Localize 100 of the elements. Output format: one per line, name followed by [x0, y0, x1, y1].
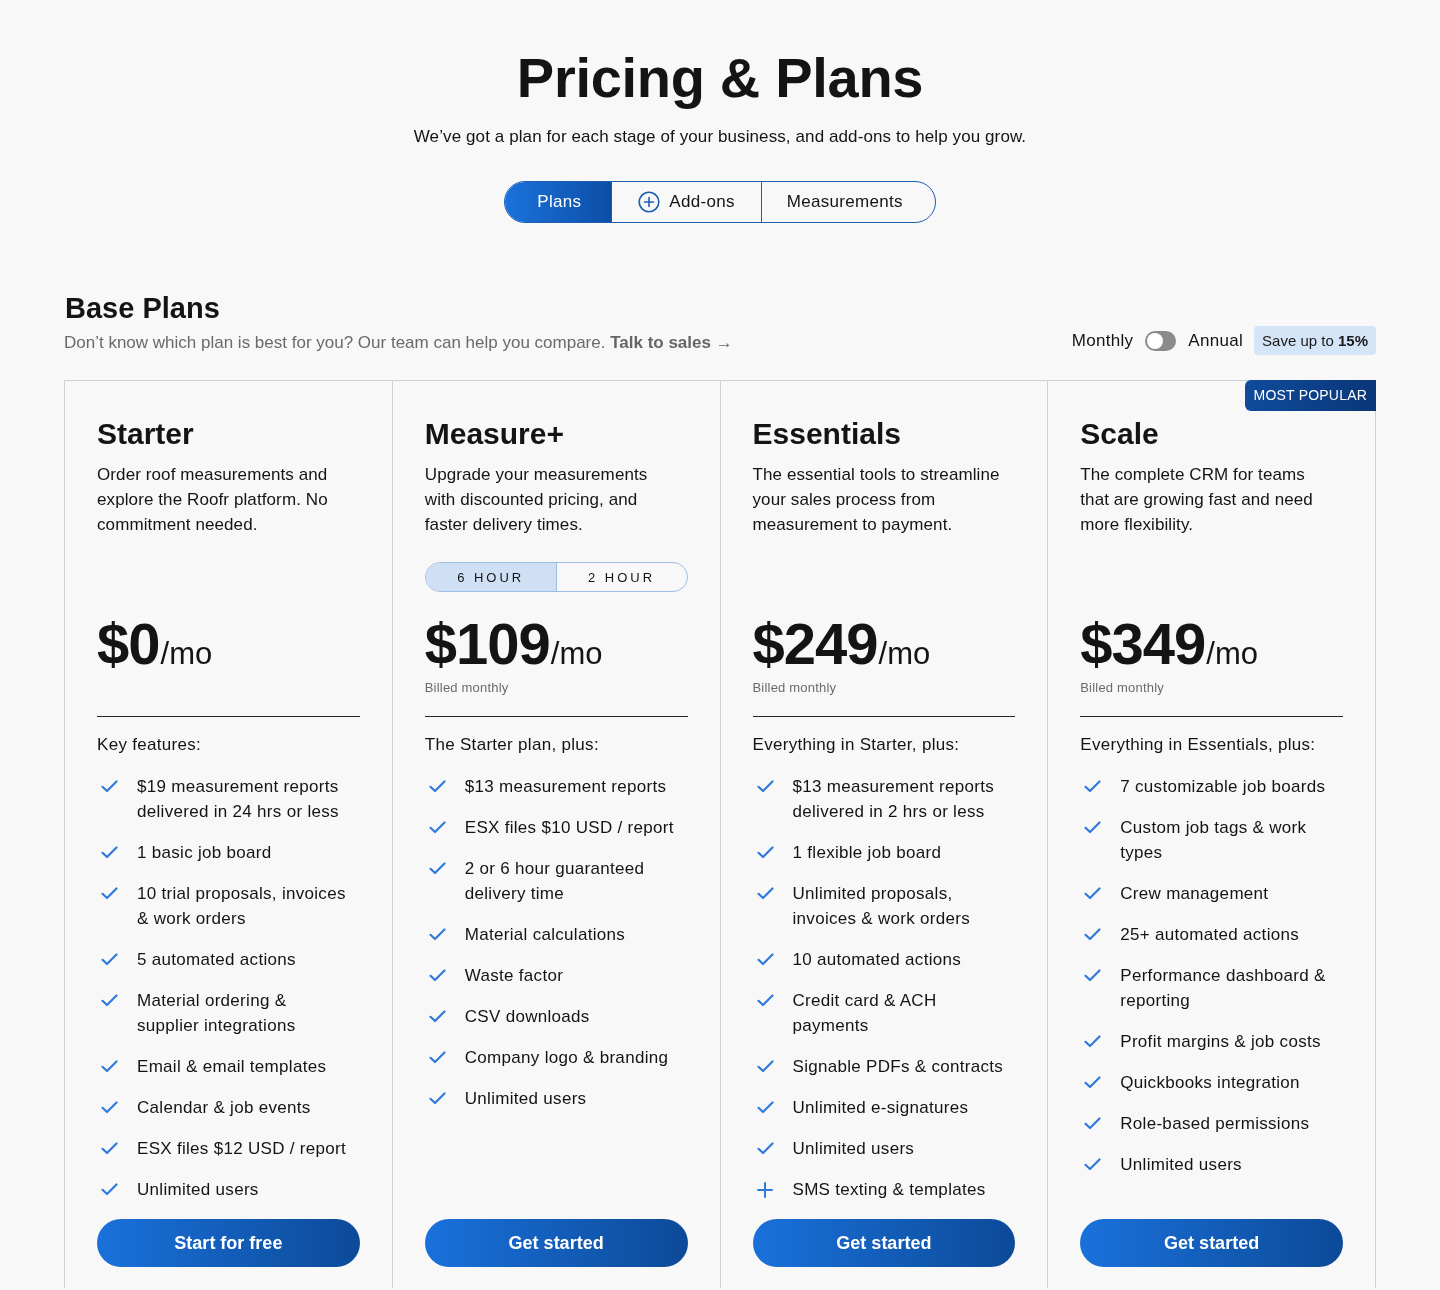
feature-text: $19 measurement reports delivered in 24 hrs or less: [137, 776, 340, 823]
check-icon: [1084, 1117, 1102, 1130]
price-amount: $109: [424, 612, 550, 676]
cta-button[interactable]: Start for free: [97, 1219, 360, 1267]
check-icon: [1084, 1035, 1102, 1048]
check-icon: [428, 1092, 446, 1105]
feature-text: Waste factor: [464, 965, 565, 987]
page-title: Pricing & Plans: [516, 46, 924, 110]
page-subtitle: We’ve got a plan for each stage of your business, and add-ons to help you grow.: [413, 126, 1027, 148]
billing-note: Billed monthly: [1080, 679, 1164, 697]
feature-text: $13 measurement reports delivered in 2 hrs or less: [792, 776, 996, 823]
check-icon: [756, 887, 774, 900]
check-icon: [101, 994, 118, 1007]
check-icon: [428, 928, 446, 941]
check-icon: [1084, 1076, 1102, 1089]
billing-note: Billed monthly: [752, 679, 837, 697]
feature-text: 25+ automated actions: [1120, 924, 1301, 946]
feature-text: Unlimited proposals, invoices & work orders: [792, 883, 972, 930]
feature-text: $13 measurement reports: [464, 776, 668, 798]
plan-description: Order roof measurements and explore the Roofr platform. No commitment needed.: [97, 464, 329, 536]
feature-text: Credit card & ACH payments: [792, 990, 938, 1037]
feature-text: Material ordering & supplier integrations: [137, 990, 297, 1037]
feature-text: Quickbooks integration: [1120, 1072, 1301, 1094]
price-amount: $349: [1080, 612, 1206, 676]
price-amount: $249: [752, 612, 878, 676]
check-icon: [1084, 928, 1102, 941]
price-period: /mo: [160, 636, 213, 673]
check-icon: [428, 969, 446, 982]
check-icon: [756, 1060, 774, 1073]
cta-button[interactable]: Get started: [752, 1219, 1016, 1267]
feature-text: Profit margins & job costs: [1120, 1031, 1322, 1053]
talk-to-sales-link[interactable]: Talk to sales →: [610, 333, 733, 352]
feature-text: 10 automated actions: [792, 949, 963, 971]
check-icon: [101, 846, 118, 859]
check-icon: [756, 994, 774, 1007]
check-icon: [1084, 780, 1102, 793]
feature-text: 2 or 6 hour guaranteed delivery time: [464, 858, 646, 905]
check-icon: [101, 1142, 118, 1155]
tab[interactable]: Plans: [505, 182, 613, 222]
check-icon: [101, 1101, 118, 1114]
feature-text: Unlimited e-signatures: [792, 1097, 970, 1119]
billing-toggle[interactable]: [1145, 330, 1177, 351]
feature-text: Role-based permissions: [1120, 1113, 1311, 1135]
plan-description: The complete CRM for teams that are growing fast and need more flexibility.: [1080, 464, 1314, 536]
most-popular-badge: MOST POPULAR: [1244, 380, 1376, 411]
price-period: /mo: [878, 636, 931, 673]
feature-text: Unlimited users: [792, 1138, 916, 1160]
check-icon: [756, 846, 774, 859]
feature-text: CSV downloads: [464, 1006, 591, 1028]
check-icon: [756, 1142, 774, 1155]
feature-text: ESX files $12 USD / report: [137, 1138, 348, 1160]
feature-text: Performance dashboard & reporting: [1120, 965, 1327, 1012]
feature-text: Unlimited users: [137, 1179, 260, 1201]
feature-text: Company logo & branding: [464, 1047, 670, 1069]
features-heading: Key features:: [97, 734, 203, 756]
features-heading: Everything in Starter, plus:: [752, 734, 961, 756]
cta-button[interactable]: Get started: [1080, 1219, 1343, 1267]
check-icon: [428, 821, 446, 834]
feature-text: Email & email templates: [137, 1056, 328, 1078]
billing-note: Billed monthly: [424, 679, 509, 697]
check-icon: [101, 1183, 118, 1196]
price-period: /mo: [1206, 635, 1258, 673]
section-subtitle: Don’t know which plan is best for you? Our team can help you compare. Talk to sales →: [64, 332, 733, 354]
delivery-option[interactable]: 2 HOUR: [555, 563, 687, 591]
plan-name: Starter: [97, 416, 195, 452]
check-icon: [1084, 1158, 1102, 1171]
features-heading: The Starter plan, plus:: [424, 734, 600, 756]
features-heading: Everything in Essentials, plus:: [1080, 734, 1317, 756]
feature-text: 7 customizable job boards: [1120, 776, 1327, 798]
delivery-option[interactable]: 6 HOUR: [425, 563, 556, 591]
feature-text: Crew management: [1120, 883, 1270, 905]
cta-button[interactable]: Get started: [424, 1219, 688, 1267]
check-icon: [756, 780, 774, 793]
feature-text: 1 flexible job board: [792, 842, 943, 864]
check-icon: [428, 1051, 446, 1064]
savings-badge: Save up to 15%: [1254, 326, 1376, 355]
feature-text: ESX files $10 USD / report: [464, 817, 675, 839]
monthly-label: Monthly: [1071, 329, 1134, 352]
feature-text: Unlimited users: [464, 1088, 588, 1110]
tab[interactable]: Measurements: [761, 182, 935, 222]
tab[interactable]: Add-ons: [612, 182, 762, 222]
check-icon: [1084, 969, 1102, 982]
check-icon: [101, 887, 118, 900]
plan-description: Upgrade your measurements with discounted pricing, and faster delivery times.: [424, 464, 649, 536]
plan-name: Essentials: [752, 416, 902, 452]
feature-text: Calendar & job events: [137, 1097, 312, 1119]
plus-circle-icon: [638, 191, 661, 213]
plan-name: Measure+: [424, 416, 565, 452]
check-icon: [101, 953, 118, 966]
annual-label: Annual: [1188, 329, 1244, 352]
feature-text: SMS texting & templates: [792, 1179, 987, 1201]
feature-text: Custom job tags & work types: [1120, 817, 1308, 864]
check-icon: [756, 953, 774, 966]
check-icon: [1084, 887, 1102, 900]
check-icon: [101, 780, 118, 793]
check-icon: [756, 1101, 774, 1114]
check-icon: [428, 862, 446, 875]
feature-text: Unlimited users: [1120, 1154, 1243, 1176]
plan-name: Scale: [1080, 416, 1160, 452]
section-title: Base Plans: [65, 291, 221, 326]
